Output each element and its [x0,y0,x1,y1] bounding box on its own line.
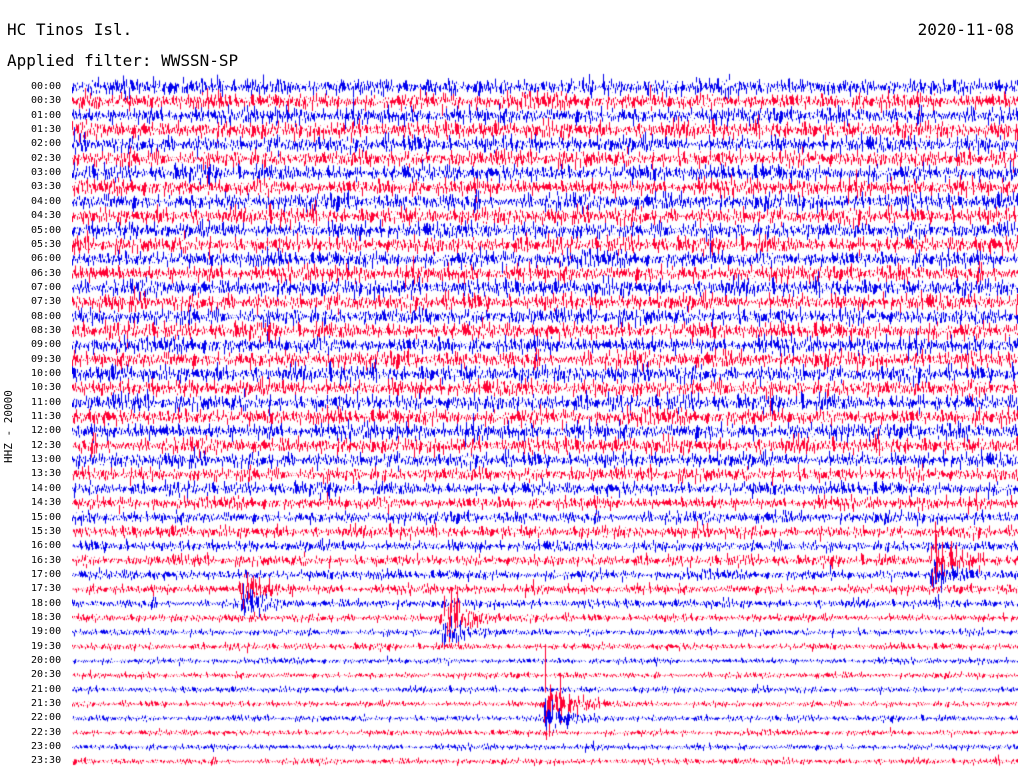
time-tick-label: 20:00 [31,655,62,666]
time-tick-label: 10:30 [31,382,62,394]
time-tick-label: 11:00 [31,396,62,408]
time-axis: 00:00 00:30 01:00 01:30 02:00 02:30 03:00 03:30… [0,0,72,780]
time-tick-label: 17:00 [31,568,62,580]
time-tick-label: 04:30 [31,210,62,222]
time-tick-label: 18:30 [31,611,62,623]
time-tick-label: 21:00 [31,683,62,695]
time-tick-label: 14:30 [31,497,62,509]
time-tick-label: 00:30 [31,95,62,107]
time-tick-label: 13:00 [31,454,62,466]
time-tick-label: 03:00 [31,167,62,179]
time-tick-label: 14:00 [31,482,62,494]
time-tick-label: 08:30 [31,324,62,336]
time-tick-label: 20:30 [31,669,62,681]
time-tick-label: 19:00 [31,626,62,638]
time-tick-label: 00:00 [31,81,62,92]
seismogram-plot [72,0,1018,780]
time-tick-label: 03:30 [31,181,62,193]
time-tick-label: 22:00 [31,712,62,724]
time-tick-label: 17:30 [31,583,62,595]
time-tick-label: 23:30 [31,755,62,767]
time-tick-label: 12:00 [31,425,62,437]
time-tick-label: 15:30 [31,525,62,537]
time-tick-label: 05:00 [31,224,62,236]
time-tick-label: 15:00 [31,511,62,523]
time-tick-label: 16:00 [31,540,62,552]
time-tick-label: 09:30 [31,353,62,365]
time-tick-label: 12:30 [31,439,62,451]
time-tick-label: 01:30 [31,124,62,136]
time-tick-label: 23:00 [31,741,62,753]
time-tick-label: 06:00 [31,253,62,265]
time-tick-label: 10:00 [31,368,62,379]
time-tick-label: 04:00 [31,195,62,207]
time-tick-label: 22:30 [31,726,62,738]
time-tick-label: 13:30 [31,468,62,480]
time-tick-label: 02:30 [31,152,62,164]
time-tick-label: 09:00 [31,339,62,351]
time-tick-label: 16:30 [31,554,62,566]
time-tick-label: 21:30 [31,698,62,710]
time-tick-label: 18:00 [31,597,62,609]
time-tick-label: 02:00 [31,138,62,150]
time-tick-label: 01:00 [31,109,62,121]
time-tick-label: 11:30 [31,411,62,423]
time-tick-label: 08:00 [31,310,62,322]
time-tick-label: 05:30 [31,238,62,250]
time-tick-label: 07:00 [31,281,62,293]
time-tick-label: 06:30 [31,267,62,279]
time-tick-label: 07:30 [31,296,62,308]
time-tick-label: 19:30 [31,640,62,652]
